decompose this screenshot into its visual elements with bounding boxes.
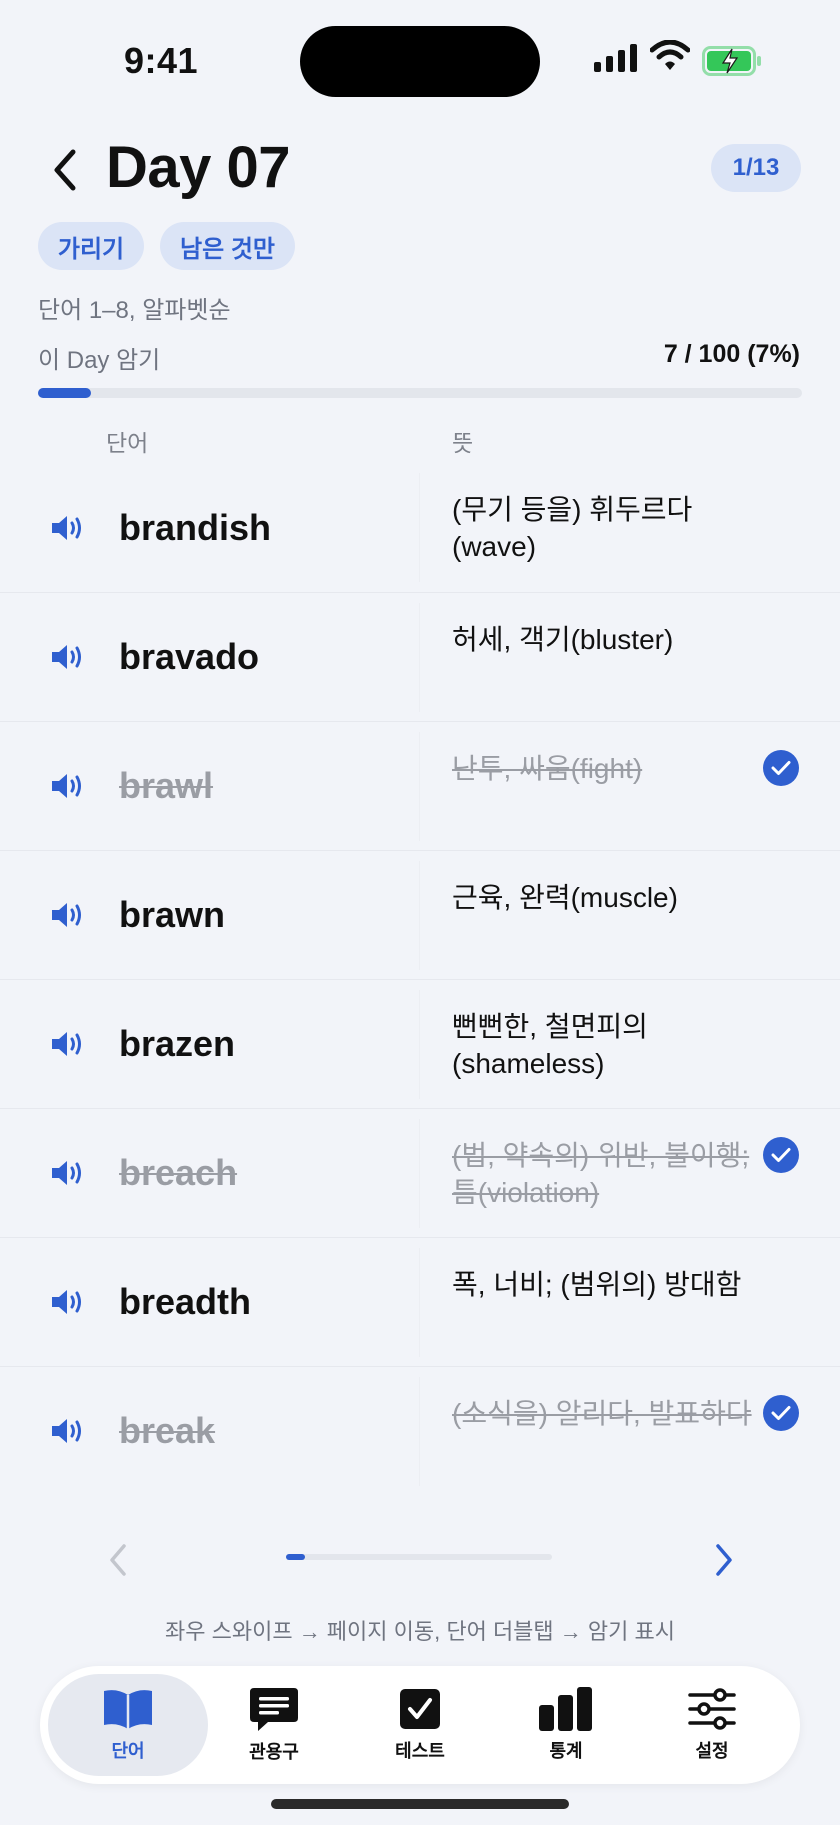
word-text[interactable]: breach [119,1152,237,1194]
speaker-icon[interactable] [50,899,88,931]
speaker-icon[interactable] [50,1286,88,1318]
wifi-icon [650,40,690,70]
next-page-button[interactable] [706,1540,742,1580]
column-divider [419,1248,420,1357]
word-row[interactable]: brazen 뻔뻔한, 철면피의 (shameless) [0,979,840,1108]
memorized-check-icon [763,1137,799,1173]
word-text[interactable]: brawl [119,765,213,807]
meaning-text: 허세, 객기(bluster) [452,624,674,655]
chevron-left-icon [110,1544,126,1576]
column-divider [419,473,420,582]
memorized-value: 7 / 100 (7%) [663,340,800,368]
tab-words[interactable]: 단어 [48,1674,208,1776]
back-button[interactable] [40,140,90,200]
memorized-progress-bar [38,388,802,398]
column-divider [419,603,420,712]
remaining-only-chip-button[interactable]: 남은 것만 [160,222,295,270]
word-row[interactable]: brawl 난투, 싸움(fight) [0,721,840,850]
chevron-left-icon [54,149,76,191]
sliders-icon [688,1688,736,1730]
word-row[interactable]: break (소식을) 알리다, 발표하다 [0,1366,840,1495]
memorized-label: 이 Day 암기 [38,347,161,374]
meaning-text: (무기 등을) 휘두르다 (wave) [452,494,693,562]
speaker-icon[interactable] [50,770,88,802]
dynamic-island [300,26,540,97]
word-row[interactable]: bravado 허세, 객기(bluster) [0,592,840,721]
tab-label: 설정 [695,1741,729,1761]
gesture-hint-text: 좌우 스와이프 → 페이지 이동, 단어 더블탭 → 암기 표시 [165,1619,675,1644]
bottom-tab-bar: 단어 관용구 테스트 통계 설정 [40,1666,800,1784]
speaker-icon[interactable] [50,1415,88,1447]
word-row[interactable]: breadth 폭, 너비; (범위의) 방대함 [0,1237,840,1366]
status-bar: 9:41 [0,0,840,110]
checkbox-icon [400,1689,440,1729]
status-time: 9:41 [124,40,199,81]
meaning-text: 폭, 너비; (범위의) 방대함 [452,1269,742,1300]
tab-label: 관용구 [249,1742,299,1762]
word-row[interactable]: brawn 근육, 완력(muscle) [0,850,840,979]
meaning-text: 뻔뻔한, 철면피의 (shameless) [452,1011,648,1079]
speaker-icon[interactable] [50,1157,88,1189]
column-divider [419,990,420,1099]
battery-charging-icon [702,46,761,76]
tab-test[interactable]: 테스트 [340,1674,500,1776]
tab-label: 단어 [111,1741,145,1761]
word-text[interactable]: brazen [119,1023,235,1065]
chat-bubble-icon [250,1688,298,1731]
memorized-check-icon [763,1395,799,1431]
tab-idioms[interactable]: 관용구 [194,1674,354,1776]
column-divider [419,732,420,841]
meaning-text: 근육, 완력(muscle) [452,882,678,913]
bar-chart-icon [539,1687,592,1731]
speaker-icon[interactable] [50,512,88,544]
word-range-text: 단어 1–8, 알파벳순 [38,297,231,324]
chevron-right-icon [716,1544,732,1576]
tab-label: 테스트 [395,1741,445,1761]
speaker-icon[interactable] [50,641,88,673]
page-scroll-indicator[interactable] [286,1554,552,1560]
meaning-text: 난투, 싸움(fight) [452,753,643,784]
column-divider [419,1119,420,1228]
tab-label: 통계 [549,1741,583,1761]
tab-settings[interactable]: 설정 [632,1674,792,1776]
previous-page-button[interactable] [100,1540,136,1580]
column-header-meaning: 뜻 [452,430,474,456]
book-icon [104,1690,152,1729]
page-title: Day 07 [106,135,291,200]
word-text[interactable]: break [119,1410,215,1452]
page-scroll-thumb [286,1554,305,1560]
meaning-text: (소식을) 알리다, 발표하다 [452,1398,752,1429]
word-row[interactable]: brandish (무기 등을) 휘두르다 (wave) [0,463,840,592]
tab-stats[interactable]: 통계 [486,1674,646,1776]
column-header-word: 단어 [106,430,149,456]
home-indicator [271,1799,569,1809]
memorized-check-icon [763,750,799,786]
word-text[interactable]: breadth [119,1281,251,1323]
word-text[interactable]: brawn [119,894,225,936]
word-row[interactable]: breach (법, 약속의) 위반, 불이행; 틈(violation) [0,1108,840,1237]
meaning-text: (법, 약속의) 위반, 불이행; 틈(violation) [452,1140,750,1208]
word-text[interactable]: brandish [119,507,271,549]
page-badge[interactable]: 1/13 [711,144,801,192]
word-list: brandish (무기 등을) 휘두르다 (wave) bravado 허세,… [0,463,840,1495]
word-text[interactable]: bravado [119,636,259,678]
column-divider [419,861,420,970]
hide-chip-button[interactable]: 가리기 [38,222,144,270]
speaker-icon[interactable] [50,1028,88,1060]
memorized-progress-fill [38,388,92,398]
column-divider [419,1377,420,1486]
cellular-signal-icon [594,44,637,72]
